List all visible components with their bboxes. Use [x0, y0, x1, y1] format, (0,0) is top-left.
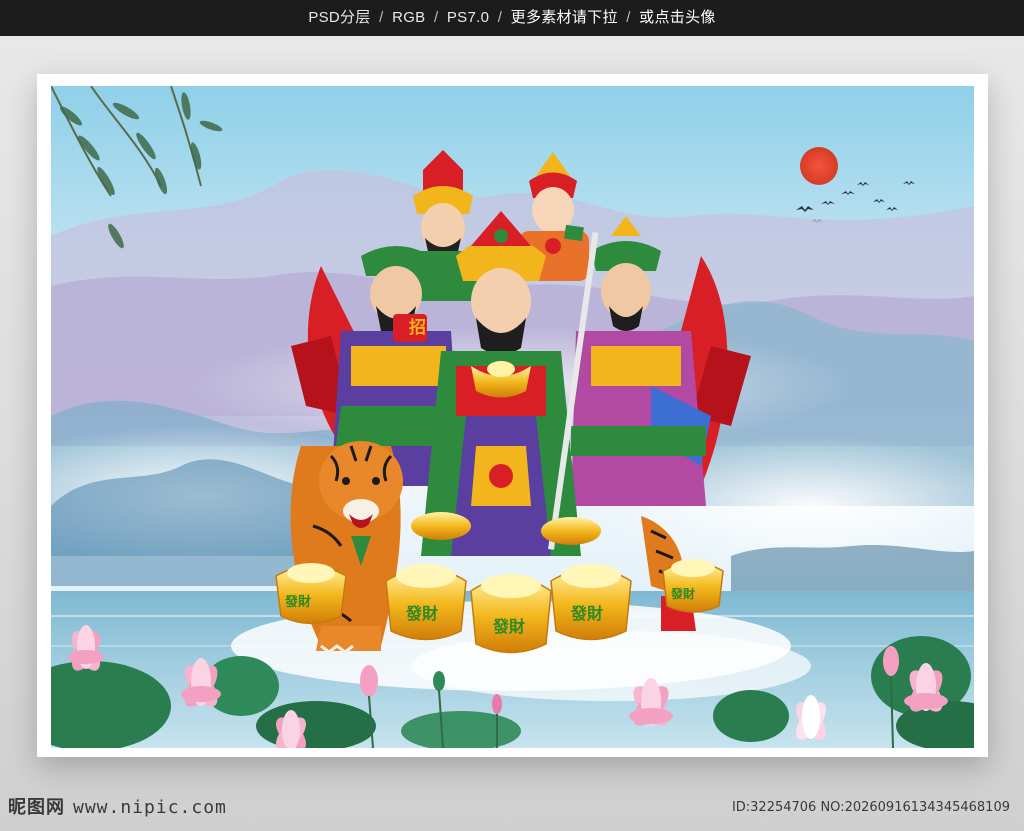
- ingot-label: 發財: [570, 604, 603, 623]
- click-avatar-link[interactable]: 或点击头像: [639, 9, 716, 26]
- more-materials-link[interactable]: 更多素材请下拉: [511, 9, 618, 26]
- version-label: PS7.0: [446, 9, 490, 26]
- gold-ingot: 發財: [550, 564, 632, 641]
- gold-ingot: 發財: [470, 574, 552, 654]
- gold-ingot: 發財: [385, 564, 467, 641]
- banner-character: 招: [409, 317, 426, 338]
- separator: /: [379, 9, 384, 26]
- lotus-bud: [492, 694, 502, 714]
- lotus-seedpod: [433, 671, 445, 691]
- gold-ingot: 發財: [275, 563, 347, 625]
- separator: /: [433, 9, 439, 26]
- lotus-bud: [360, 665, 378, 697]
- site-url[interactable]: www.nipic.com: [73, 797, 227, 818]
- ingot-label: 發財: [492, 617, 525, 636]
- mode-label: RGB: [392, 9, 426, 26]
- top-info-bar: PSD分层 / RGB / PS7.0 / 更多素材请下拉 / 或点击头像: [0, 0, 1024, 36]
- separator: /: [497, 9, 503, 26]
- watermark-logo: 昵图网 www.nipic.com: [8, 793, 227, 819]
- brand-name: 昵图网: [8, 797, 65, 818]
- lotus-bud: [883, 646, 899, 676]
- red-sun: [800, 147, 838, 185]
- ingot-label: 發財: [405, 604, 438, 623]
- format-label: PSD分层: [308, 9, 371, 26]
- separator: /: [626, 9, 631, 26]
- ingot-label: 發財: [284, 594, 311, 610]
- image-id: ID:32254706 NO:20260916134345468109: [731, 800, 1010, 815]
- artwork-svg: 招 發財 發財 發財 發財 發財: [51, 86, 974, 748]
- artwork-canvas: 招 發財 發財 發財 發財 發財: [51, 86, 974, 748]
- gold-ingot: 發財: [662, 559, 724, 613]
- ingot-label: 發財: [670, 586, 695, 601]
